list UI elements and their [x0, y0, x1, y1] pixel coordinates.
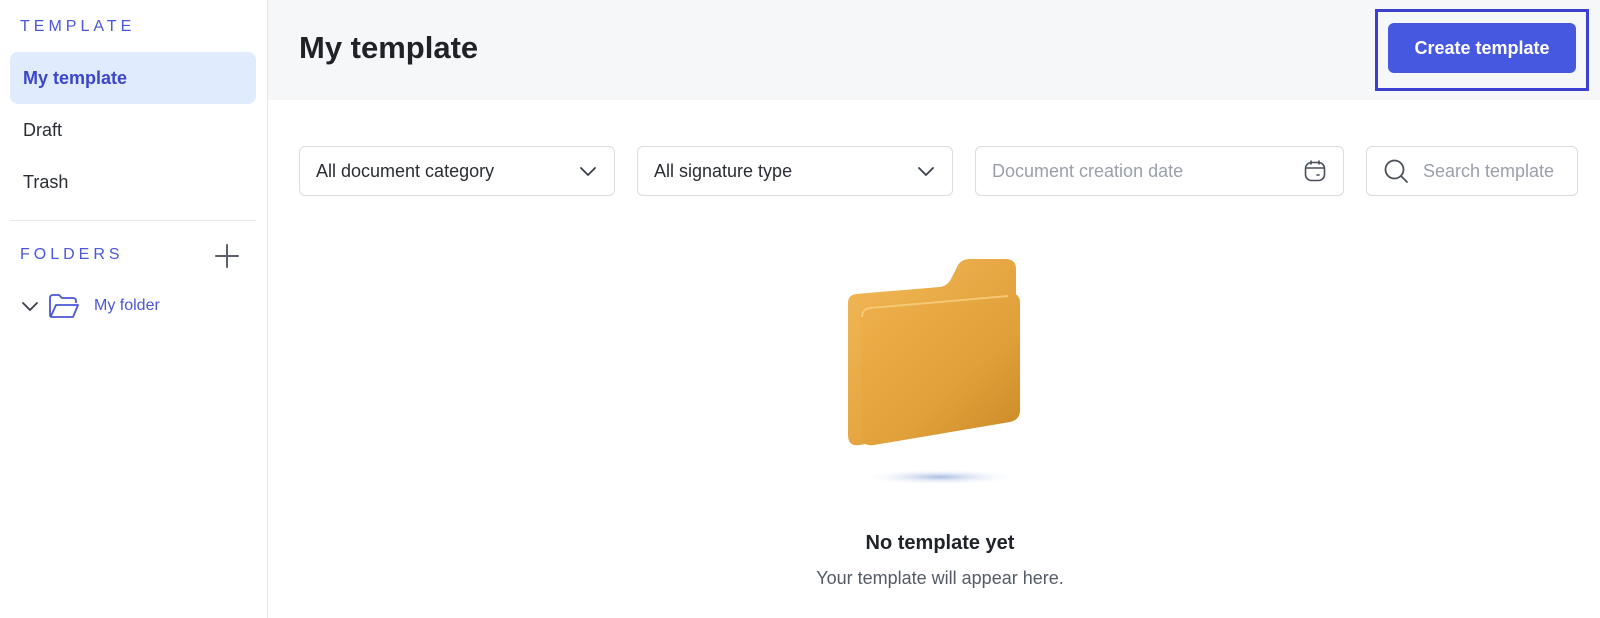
chevron-down-icon[interactable] [20, 296, 40, 316]
document-category-select[interactable]: All document category [299, 146, 615, 196]
sidebar-item-draft[interactable]: Draft [10, 104, 256, 156]
signature-type-value: All signature type [654, 160, 793, 181]
sidebar-item-label: Trash [23, 171, 69, 192]
creation-date-placeholder: Document creation date [992, 160, 1184, 181]
sidebar-item-my-template[interactable]: My template [10, 52, 256, 104]
sidebar-item-label: Draft [23, 119, 63, 140]
app-root: TEMPLATE My template Draft Trash FOLDERS [0, 0, 1600, 618]
empty-state-title: No template yet [865, 532, 1015, 554]
template-section-heading: TEMPLATE [20, 18, 136, 35]
sidebar-item-trash[interactable]: Trash [10, 156, 256, 208]
search-icon [1384, 159, 1408, 183]
folder-illustration [848, 259, 1020, 485]
folders-section-heading: FOLDERS [20, 246, 124, 263]
folder-item-my-folder[interactable]: My folder [20, 290, 160, 322]
page-title: My template [299, 30, 479, 65]
sidebar-divider [10, 220, 256, 221]
search-box[interactable] [1366, 146, 1578, 196]
document-category-value: All document category [316, 160, 495, 181]
folder-open-icon [49, 294, 79, 318]
empty-state-subtitle: Your template will appear here. [816, 568, 1064, 588]
plus-icon [215, 244, 239, 268]
add-folder-button[interactable] [214, 243, 240, 269]
sidebar-item-label: My template [23, 67, 128, 88]
creation-date-picker[interactable]: Document creation date [975, 146, 1344, 196]
folder-label: My folder [94, 297, 160, 314]
signature-type-select[interactable]: All signature type [637, 146, 953, 196]
calendar-icon[interactable] [1303, 159, 1327, 183]
chevron-down-icon [580, 167, 596, 176]
search-input[interactable] [1423, 160, 1563, 182]
chevron-down-icon [918, 167, 934, 176]
sidebar: TEMPLATE My template Draft Trash FOLDERS [0, 0, 268, 618]
create-template-button[interactable]: Create template [1388, 23, 1576, 73]
